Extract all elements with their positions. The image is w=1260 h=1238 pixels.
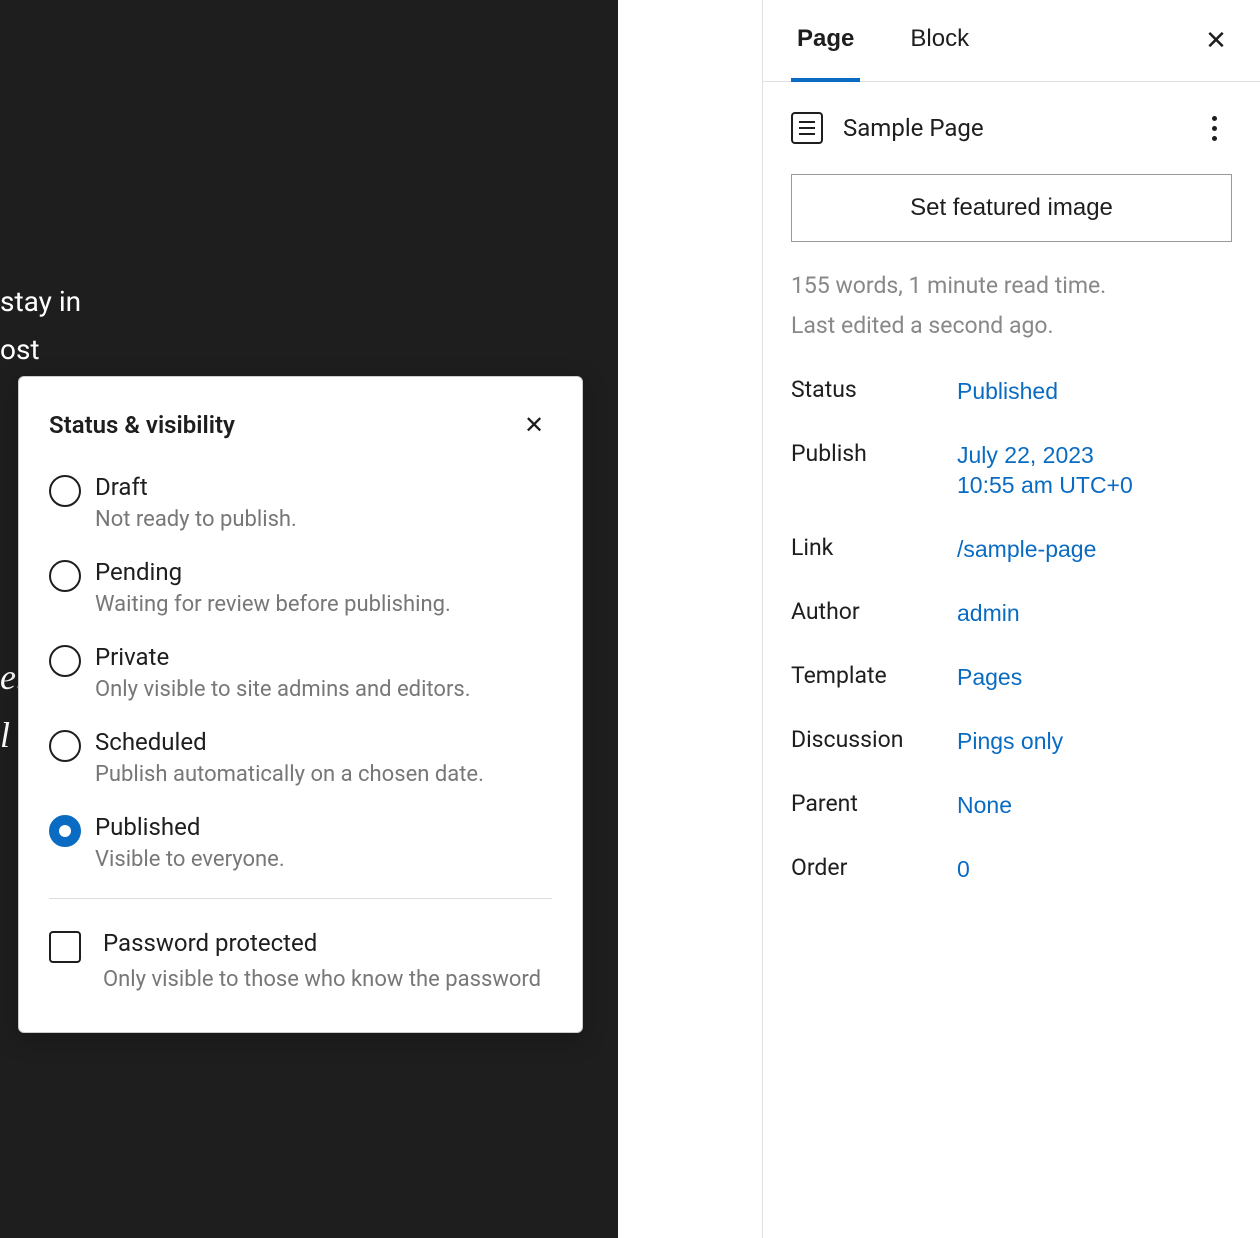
page-title: Sample Page — [843, 114, 1176, 142]
radio-label: Draft — [95, 473, 297, 501]
status-option-pending[interactable]: Pending Waiting for review before publis… — [49, 558, 552, 617]
link-value-button[interactable]: /sample-page — [957, 534, 1096, 564]
row-publish: Publish July 22, 2023 10:55 am UTC+0 — [791, 440, 1232, 500]
status-option-scheduled[interactable]: Scheduled Publish automatically on a cho… — [49, 728, 552, 787]
canvas-text-fragment: stay in ost — [0, 278, 81, 374]
radio-desc: Waiting for review before publishing. — [95, 592, 451, 617]
meta-line: 155 words, 1 minute read time. — [791, 266, 1232, 306]
checkbox-icon — [49, 931, 81, 963]
status-option-private[interactable]: Private Only visible to site admins and … — [49, 643, 552, 702]
canvas-line: ost — [0, 326, 81, 374]
password-protected-checkbox[interactable]: Password protected Only visible to those… — [49, 929, 552, 992]
radio-desc: Visible to everyone. — [95, 847, 285, 872]
radio-label: Pending — [95, 558, 451, 586]
radio-label: Published — [95, 813, 285, 841]
checkbox-texts: Password protected Only visible to those… — [103, 929, 541, 992]
divider — [49, 898, 552, 899]
popover-close-button[interactable]: ✕ — [516, 407, 552, 443]
radio-texts: Scheduled Publish automatically on a cho… — [95, 728, 484, 787]
page-actions-button[interactable] — [1196, 110, 1232, 146]
radio-label: Private — [95, 643, 471, 671]
kebab-dot-icon — [1212, 126, 1217, 131]
parent-value-button[interactable]: None — [957, 790, 1012, 820]
radio-icon — [49, 730, 81, 762]
kebab-dot-icon — [1212, 116, 1217, 121]
publish-time: 10:55 am UTC+0 — [957, 470, 1133, 500]
radio-label: Scheduled — [95, 728, 484, 756]
radio-desc: Only visible to site admins and editors. — [95, 677, 471, 702]
kv-label: Status — [791, 376, 957, 403]
status-visibility-popover: Status & visibility ✕ Draft Not ready to… — [18, 376, 583, 1033]
radio-desc: Not ready to publish. — [95, 507, 297, 532]
radio-icon — [49, 560, 81, 592]
kv-label: Publish — [791, 440, 957, 467]
row-discussion: Discussion Pings only — [791, 726, 1232, 756]
kv-label: Parent — [791, 790, 957, 817]
radio-texts: Pending Waiting for review before publis… — [95, 558, 451, 617]
radio-icon — [49, 475, 81, 507]
row-author: Author admin — [791, 598, 1232, 628]
kv-label: Order — [791, 854, 957, 881]
author-value-button[interactable]: admin — [957, 598, 1020, 628]
kv-label: Link — [791, 534, 957, 561]
radio-icon — [49, 645, 81, 677]
kv-label: Author — [791, 598, 957, 625]
tab-page[interactable]: Page — [791, 0, 860, 82]
page-icon — [791, 112, 823, 144]
popover-header: Status & visibility ✕ — [49, 407, 552, 443]
kv-label: Discussion — [791, 726, 957, 753]
kv-label: Template — [791, 662, 957, 689]
checkbox-desc: Only visible to those who know the passw… — [103, 967, 541, 992]
kebab-dot-icon — [1212, 136, 1217, 141]
tab-block[interactable]: Block — [904, 0, 975, 82]
popover-title: Status & visibility — [49, 411, 235, 439]
radio-icon — [49, 815, 81, 847]
canvas-line: stay in — [0, 278, 81, 326]
radio-texts: Published Visible to everyone. — [95, 813, 285, 872]
radio-texts: Draft Not ready to publish. — [95, 473, 297, 532]
row-status: Status Published — [791, 376, 1232, 406]
settings-sidebar: Page Block ✕ Sample Page Set featured im… — [762, 0, 1260, 1238]
page-attributes-list: Status Published Publish July 22, 2023 1… — [763, 376, 1260, 884]
publish-date: July 22, 2023 — [957, 442, 1094, 468]
row-template: Template Pages — [791, 662, 1232, 692]
row-parent: Parent None — [791, 790, 1232, 820]
page-header: Sample Page — [763, 82, 1260, 160]
row-link: Link /sample-page — [791, 534, 1232, 564]
discussion-value-button[interactable]: Pings only — [957, 726, 1063, 756]
template-value-button[interactable]: Pages — [957, 662, 1022, 692]
publish-value-button[interactable]: July 22, 2023 10:55 am UTC+0 — [957, 440, 1133, 500]
radio-desc: Publish automatically on a chosen date. — [95, 762, 484, 787]
close-icon: ✕ — [1205, 25, 1227, 56]
sidebar-close-button[interactable]: ✕ — [1196, 21, 1236, 61]
row-order: Order 0 — [791, 854, 1232, 884]
status-option-draft[interactable]: Draft Not ready to publish. — [49, 473, 552, 532]
meta-line: Last edited a second ago. — [791, 306, 1232, 346]
status-option-published[interactable]: Published Visible to everyone. — [49, 813, 552, 872]
sidebar-tabs: Page Block ✕ — [763, 0, 1260, 82]
radio-texts: Private Only visible to site admins and … — [95, 643, 471, 702]
order-value-button[interactable]: 0 — [957, 854, 970, 884]
close-icon: ✕ — [524, 411, 544, 440]
checkbox-label: Password protected — [103, 929, 541, 957]
set-featured-image-button[interactable]: Set featured image — [791, 174, 1232, 242]
status-value-button[interactable]: Published — [957, 376, 1058, 406]
page-meta-text: 155 words, 1 minute read time. Last edit… — [763, 266, 1260, 346]
